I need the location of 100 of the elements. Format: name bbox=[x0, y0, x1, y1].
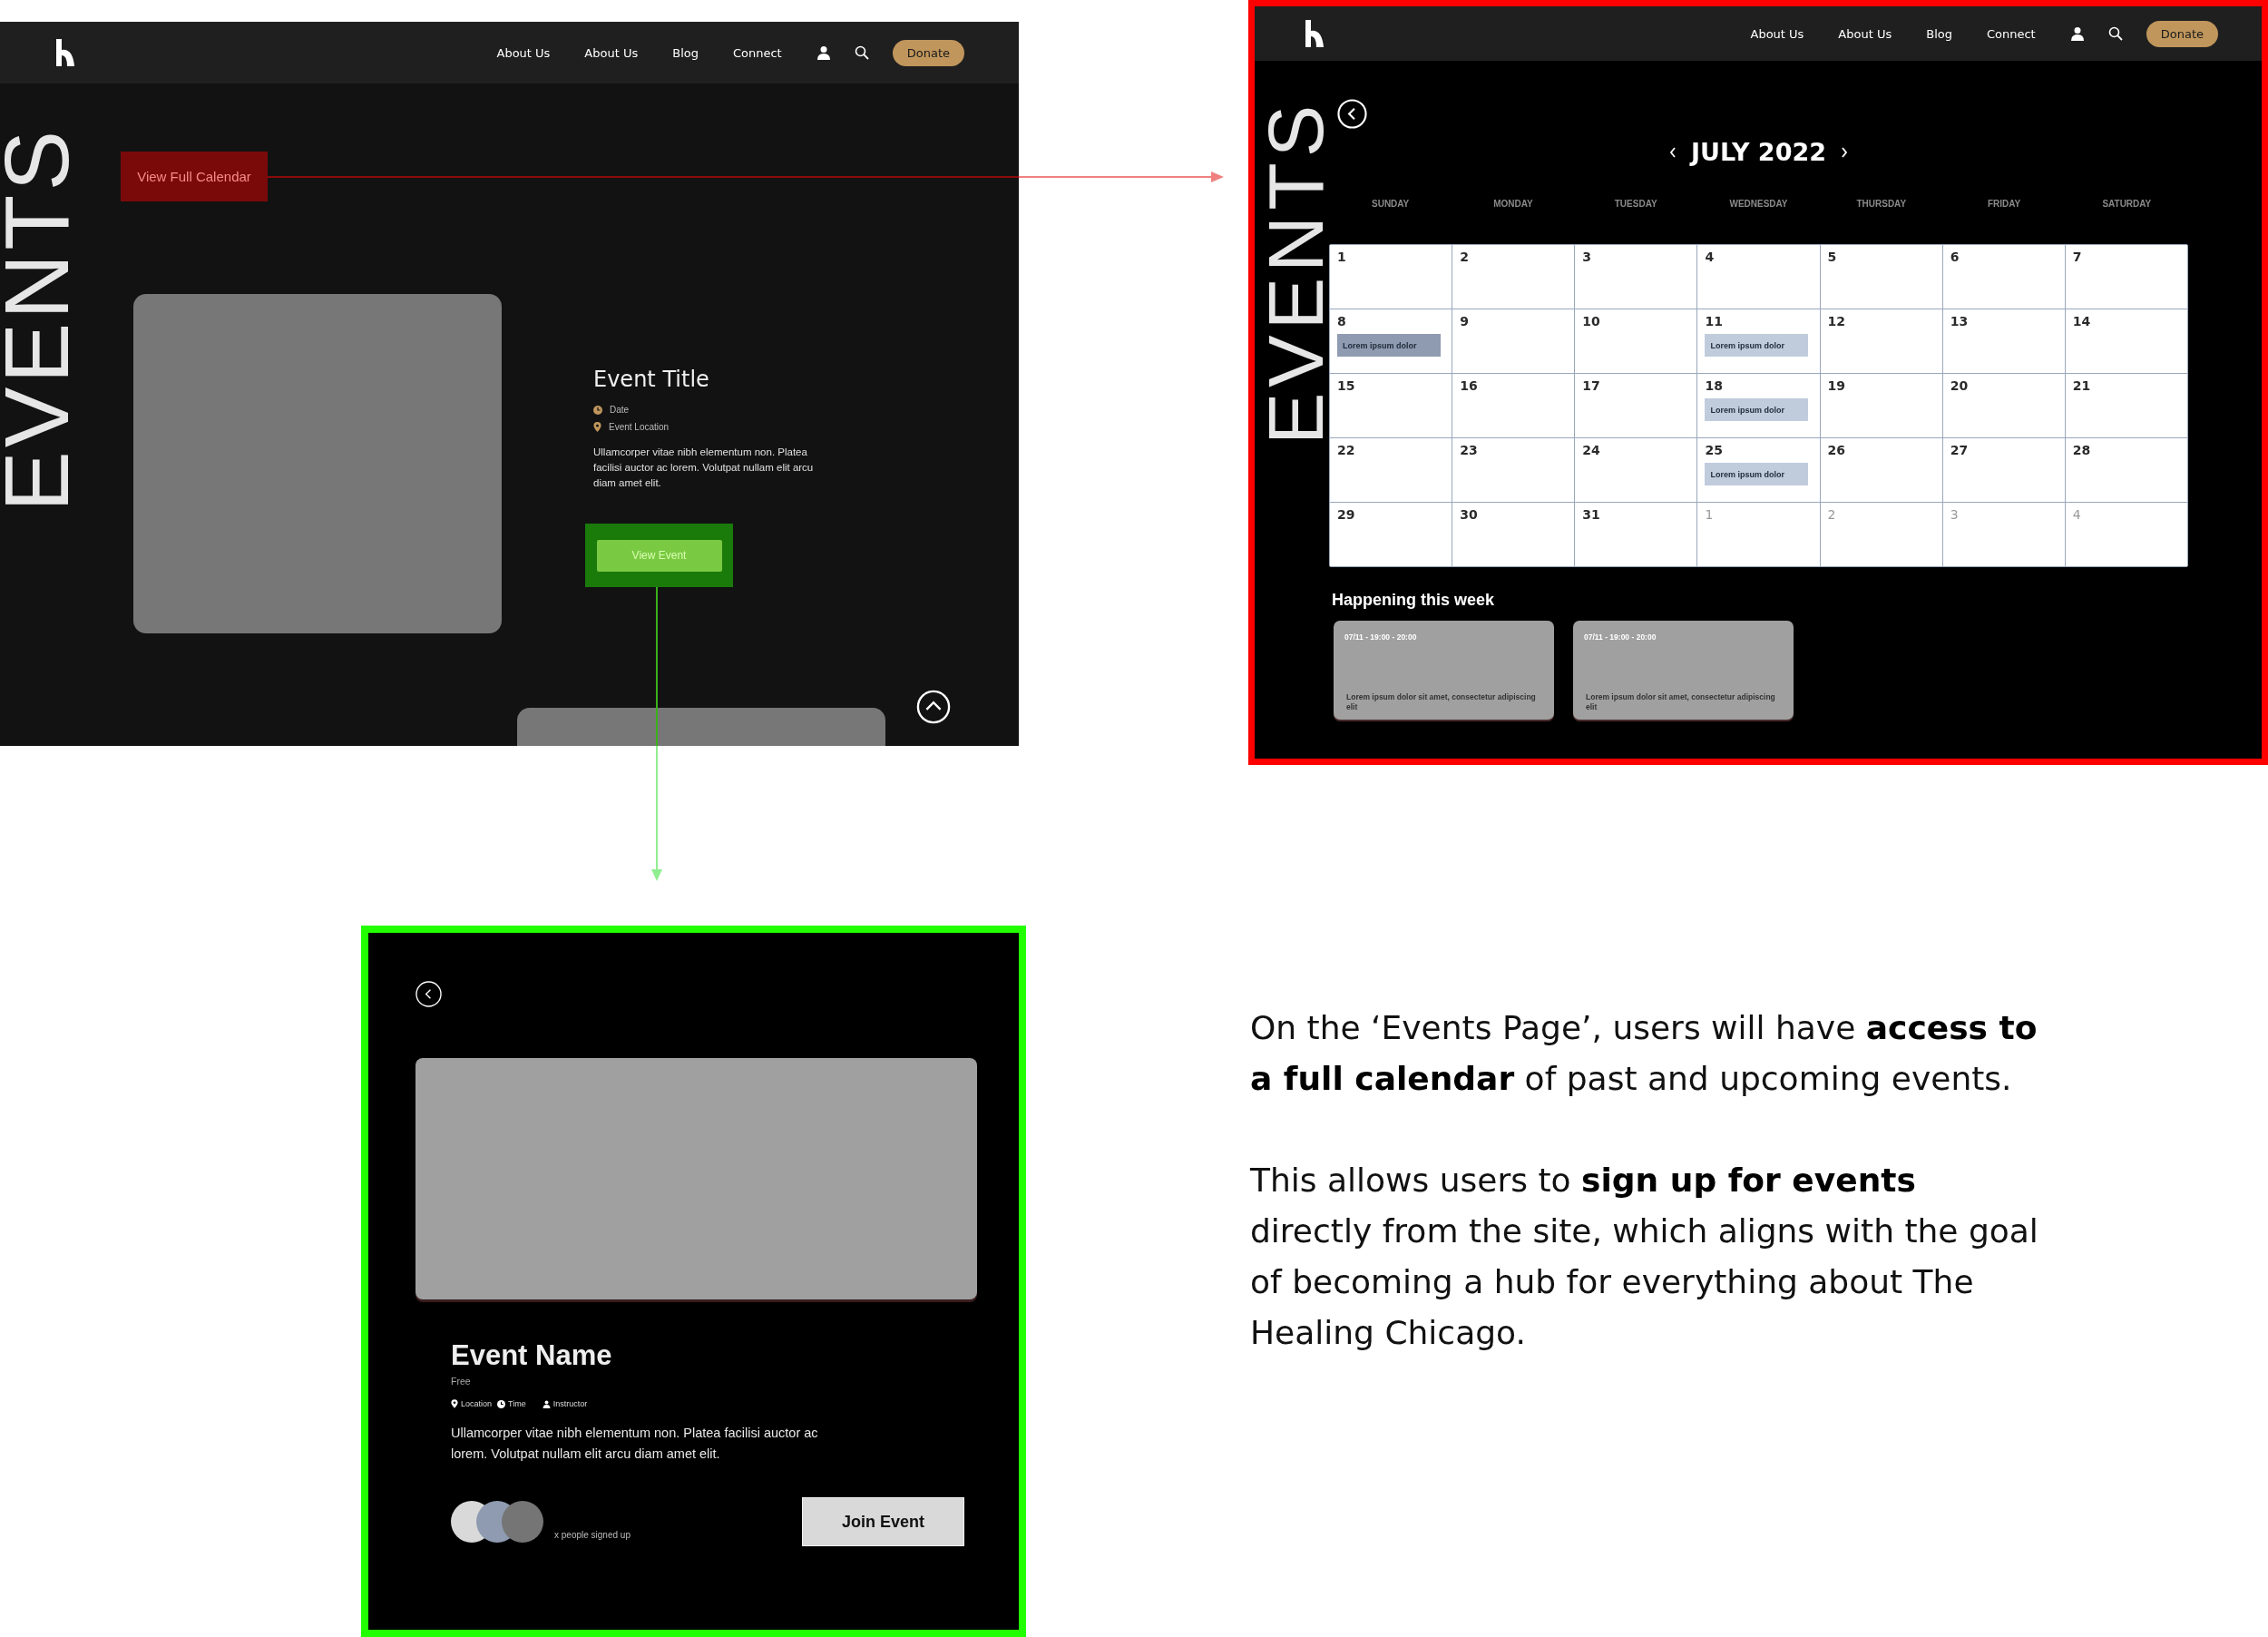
nav-link[interactable]: Connect bbox=[1986, 26, 2036, 41]
description-paragraph: This allows users to sign up for events directly from the site, which aligns with the goal of becoming a hub for everything about The Healing Chicago. bbox=[1250, 1161, 2039, 1353]
day-number: 2 bbox=[1827, 507, 1837, 522]
calendar-day[interactable]: 1 bbox=[1330, 245, 1452, 309]
day-number: 28 bbox=[2072, 443, 2092, 457]
calendar-day[interactable]: 4 bbox=[1697, 245, 1820, 309]
calendar-day[interactable]: 6 bbox=[1942, 245, 2065, 309]
calendar-day[interactable]: 24 bbox=[1575, 438, 1697, 502]
calendar-day[interactable]: 22 bbox=[1330, 438, 1452, 502]
day-number: 19 bbox=[1827, 378, 1847, 393]
event-time: 07/11 - 19:00 - 20:00 bbox=[1344, 632, 1418, 642]
day-number: 30 bbox=[1460, 507, 1479, 522]
meta-label: Instructor bbox=[552, 1399, 588, 1408]
signup-count: x people signed up bbox=[554, 1529, 631, 1540]
event-description: Ullamcorper vitae nibh elementum non. Platea facilisi auctor ac lorem. Volutpat nullam elit arcu diam amet elit. bbox=[593, 446, 815, 490]
calendar-day[interactable]: 9 bbox=[1452, 309, 1575, 373]
side-title: EVENTS bbox=[1264, 98, 1327, 446]
event-chip[interactable]: Lorem ipsum dolor bbox=[1337, 334, 1441, 357]
calendar-day[interactable]: 13 bbox=[1942, 309, 2065, 373]
donate-button[interactable]: Donate bbox=[892, 39, 964, 66]
event-chip[interactable]: Lorem ipsum dolor bbox=[1705, 398, 1809, 421]
view-calendar-button[interactable]: View Full Calendar bbox=[121, 152, 268, 201]
nav-link[interactable]: About Us bbox=[1750, 26, 1804, 41]
user-icon[interactable] bbox=[2069, 26, 2085, 41]
calendar-day[interactable]: 21 bbox=[2065, 374, 2187, 437]
calendar-day[interactable]: 23 bbox=[1452, 438, 1575, 502]
day-number: 31 bbox=[1582, 507, 1601, 522]
day-number: 27 bbox=[1950, 443, 1970, 457]
day-number: 6 bbox=[1950, 250, 1960, 264]
day-number: 29 bbox=[1337, 507, 1356, 522]
join-event-button[interactable]: Join Event bbox=[802, 1497, 964, 1546]
day-number: 16 bbox=[1460, 378, 1479, 393]
user-icon[interactable] bbox=[816, 45, 831, 60]
search-icon[interactable] bbox=[2107, 26, 2123, 41]
calendar-day[interactable]: 5 bbox=[1820, 245, 1942, 309]
user-icon bbox=[542, 1399, 551, 1408]
day-number: 17 bbox=[1582, 378, 1601, 393]
calendar-day[interactable]: 31 bbox=[1575, 503, 1697, 566]
location-pin-icon bbox=[593, 422, 601, 432]
calendar-day[interactable]: 30 bbox=[1452, 503, 1575, 566]
day-number: 11 bbox=[1705, 314, 1724, 328]
calendar-day[interactable]: 11 Lorem ipsum dolor bbox=[1697, 309, 1820, 373]
meta-label: Time bbox=[508, 1399, 526, 1408]
back-icon[interactable] bbox=[415, 981, 442, 1007]
search-icon[interactable] bbox=[854, 45, 869, 60]
logo[interactable] bbox=[1305, 20, 1324, 47]
event-chip[interactable]: Lorem ipsum dolor bbox=[1705, 463, 1809, 485]
nav-link[interactable]: About Us bbox=[1838, 26, 1892, 41]
day-number: 18 bbox=[1705, 378, 1724, 393]
nav-link[interactable]: Blog bbox=[1926, 26, 1952, 41]
calendar-day[interactable]: 25 Lorem ipsum dolor bbox=[1697, 438, 1820, 502]
calendar-day[interactable]: 29 bbox=[1330, 503, 1452, 566]
back-icon[interactable] bbox=[1337, 99, 1367, 129]
calendar-day[interactable]: 26 bbox=[1820, 438, 1942, 502]
nav-link[interactable]: Connect bbox=[732, 45, 782, 60]
chevron-right-icon[interactable] bbox=[1841, 146, 1849, 158]
event-time: 07/11 - 19:00 - 20:00 bbox=[1584, 632, 1657, 642]
day-number: 26 bbox=[1827, 443, 1847, 457]
calendar-day[interactable]: 12 bbox=[1820, 309, 1942, 373]
logo[interactable] bbox=[56, 39, 74, 66]
calendar-day[interactable]: 16 bbox=[1452, 374, 1575, 437]
day-number: 24 bbox=[1582, 443, 1601, 457]
day-number: 4 bbox=[1705, 250, 1716, 264]
event-chip[interactable]: Lorem ipsum dolor bbox=[1705, 334, 1809, 357]
calendar-day[interactable]: 3 bbox=[1575, 245, 1697, 309]
nav-link[interactable]: About Us bbox=[496, 45, 551, 60]
calendar-day[interactable]: 8 Lorem ipsum dolor bbox=[1330, 309, 1452, 373]
weekday-label: SATURDAY bbox=[2101, 199, 2153, 211]
weekday-label: SUNDAY bbox=[1371, 199, 1411, 211]
day-number: 4 bbox=[2072, 507, 2082, 522]
calendar-day[interactable]: 18 Lorem ipsum dolor bbox=[1697, 374, 1820, 437]
calendar-day[interactable]: 10 bbox=[1575, 309, 1697, 373]
calendar-day[interactable]: 14 bbox=[2065, 309, 2187, 373]
calendar-day[interactable]: 20 bbox=[1942, 374, 2065, 437]
calendar-day[interactable]: 2 bbox=[1452, 245, 1575, 309]
event-location: Event Location bbox=[609, 422, 670, 432]
day-number: 21 bbox=[2072, 378, 2092, 393]
weekday-label: THURSDAY bbox=[1855, 199, 1908, 211]
day-number: 1 bbox=[1337, 250, 1347, 264]
day-number: 15 bbox=[1337, 378, 1356, 393]
event-summary: Lorem ipsum dolor sit amet, consectetur adipiscing elit bbox=[1585, 692, 1776, 712]
clock-icon bbox=[593, 405, 602, 415]
event-card[interactable]: 07/11 - 19:00 - 20:00 Lorem ipsum dolor sit amet, consectetur adipiscing elit bbox=[1573, 621, 1794, 720]
day-number: 3 bbox=[1582, 250, 1593, 264]
nav-link[interactable]: Blog bbox=[672, 45, 699, 60]
chevron-left-icon[interactable] bbox=[1668, 146, 1677, 158]
calendar-day[interactable]: 28 bbox=[2065, 438, 2187, 502]
day-number: 20 bbox=[1950, 378, 1970, 393]
calendar-day[interactable]: 15 bbox=[1330, 374, 1452, 437]
calendar-day[interactable]: 17 bbox=[1575, 374, 1697, 437]
calendar-day[interactable]: 7 bbox=[2065, 245, 2187, 309]
side-title: EVENTS bbox=[0, 131, 73, 512]
event-card[interactable]: 07/11 - 19:00 - 20:00 Lorem ipsum dolor sit amet, consectetur adipiscing elit bbox=[1334, 621, 1554, 720]
calendar-day[interactable]: 27 bbox=[1942, 438, 2065, 502]
scroll-up-icon[interactable] bbox=[916, 690, 951, 724]
day-number: 12 bbox=[1827, 314, 1847, 328]
donate-button[interactable]: Donate bbox=[2146, 20, 2218, 47]
calendar-day[interactable]: 19 bbox=[1820, 374, 1942, 437]
nav-link[interactable]: About Us bbox=[584, 45, 639, 60]
event-summary: Lorem ipsum dolor sit amet, consectetur adipiscing elit bbox=[1345, 692, 1537, 712]
